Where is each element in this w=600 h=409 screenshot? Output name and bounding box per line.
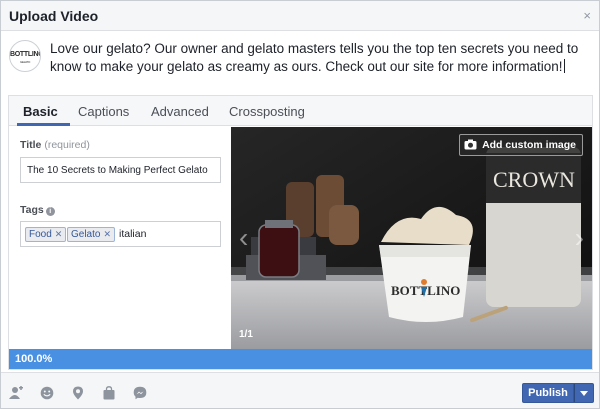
video-details-panel: Basic Captions Advanced Crossposting Tit… <box>8 95 593 370</box>
add-custom-image-button[interactable]: Add custom image <box>459 134 583 156</box>
upload-progress-bar: 100.0% <box>9 349 592 369</box>
video-thumbnail-preview: CROWN BOTTLINO <box>231 127 592 349</box>
upload-progress-label: 100.0% <box>15 353 53 365</box>
thumbnail-counter: 1/1 <box>239 329 253 340</box>
tags-label: Tags i <box>20 204 55 216</box>
post-composer: BOTTLINO GELATO Love our gelato? Our own… <box>1 32 599 92</box>
shopping-bag-icon[interactable] <box>102 386 116 400</box>
thumbnail-image: CROWN BOTTLINO <box>231 127 592 349</box>
dialog-header: Upload Video × <box>1 1 599 31</box>
dialog-footer: Publish <box>1 372 599 408</box>
info-icon[interactable]: i <box>45 207 55 216</box>
tab-basic[interactable]: Basic <box>23 104 58 119</box>
chevron-left-icon[interactable]: ‹ <box>239 222 248 254</box>
tag-gelato: Gelato ✕ <box>67 227 116 242</box>
remove-tag-icon[interactable]: ✕ <box>55 229 63 239</box>
title-input[interactable]: The 10 Secrets to Making Perfect Gelato <box>20 157 221 183</box>
tag-food-label: Food <box>29 229 52 240</box>
tab-crossposting[interactable]: Crossposting <box>229 104 305 119</box>
tag-typed-text: italian <box>119 228 147 240</box>
active-tab-indicator <box>17 123 70 126</box>
tab-captions[interactable]: Captions <box>78 104 129 119</box>
bottle-label-text: CROWN <box>493 167 575 192</box>
publish-button[interactable]: Publish <box>522 383 574 403</box>
camera-icon <box>464 139 477 150</box>
avatar-brand: BOTTLINO <box>10 51 41 58</box>
title-label-text: Title <box>20 139 42 151</box>
chevron-right-icon[interactable]: › <box>575 222 584 254</box>
upload-video-dialog: Upload Video × BOTTLINO GELATO Love our … <box>0 0 600 409</box>
page-avatar: BOTTLINO GELATO <box>9 40 41 72</box>
text-caret <box>564 59 566 73</box>
tag-gelato-label: Gelato <box>71 229 101 240</box>
tags-label-text: Tags <box>20 204 44 216</box>
add-custom-image-label: Add custom image <box>482 139 576 151</box>
title-value: The 10 Secrets to Making Perfect Gelato <box>27 165 208 176</box>
messenger-icon[interactable] <box>133 386 147 400</box>
publish-options-dropdown[interactable] <box>574 383 594 403</box>
avatar-sub: GELATO <box>19 60 31 64</box>
title-label: Title (required) <box>20 139 90 151</box>
tags-input[interactable]: Food ✕ Gelato ✕ italian <box>20 221 221 247</box>
basic-form: Title (required) The 10 Secrets to Makin… <box>9 127 231 349</box>
tag-people-icon[interactable] <box>9 386 23 400</box>
location-icon[interactable] <box>71 386 85 400</box>
close-icon[interactable]: × <box>583 8 591 23</box>
tab-bar: Basic Captions Advanced Crossposting <box>9 96 592 126</box>
tag-food: Food ✕ <box>25 227 67 242</box>
title-required-text: (required) <box>44 139 90 151</box>
remove-tag-icon[interactable]: ✕ <box>103 229 111 239</box>
tab-advanced[interactable]: Advanced <box>151 104 209 119</box>
dialog-title: Upload Video <box>9 8 99 24</box>
feeling-icon[interactable] <box>40 386 54 400</box>
post-text: Love our gelato? Our owner and gelato ma… <box>50 41 579 74</box>
post-text-input[interactable]: Love our gelato? Our owner and gelato ma… <box>50 40 590 76</box>
